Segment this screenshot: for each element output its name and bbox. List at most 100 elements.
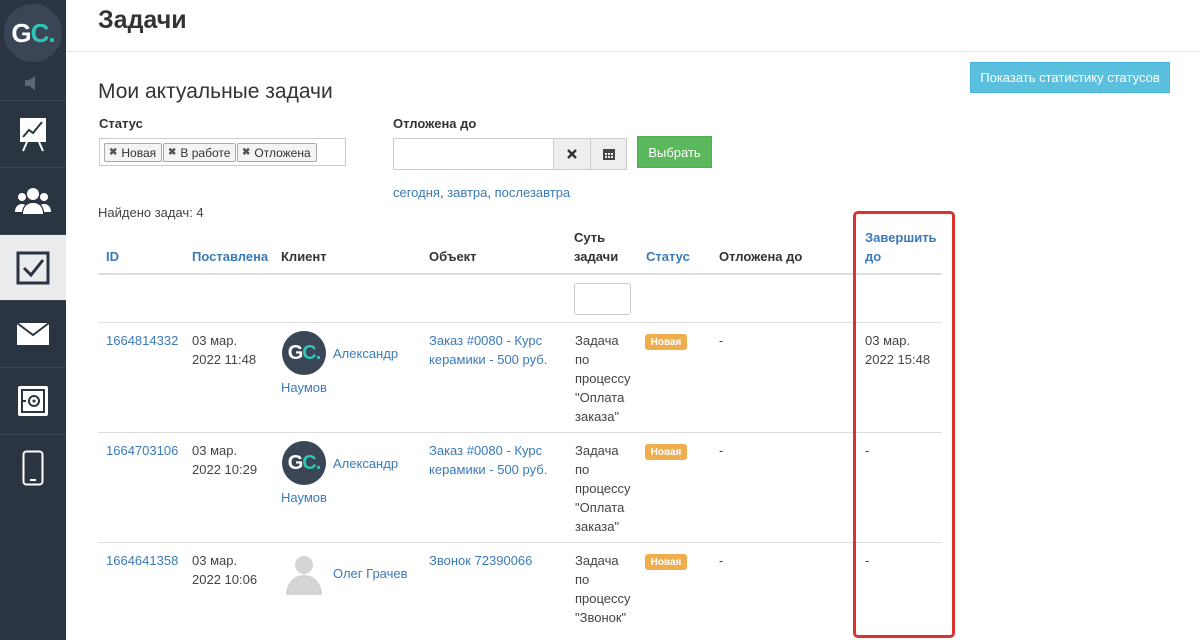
section-title: Мои актуальные задачи (98, 80, 333, 103)
date-clear-button[interactable] (553, 138, 591, 170)
status-badge: Новая (645, 554, 687, 570)
column-header-postponed: Отложена до (719, 249, 803, 264)
essence-line: Задача (575, 443, 619, 458)
chart-board-icon (20, 117, 46, 151)
safe-icon (18, 385, 48, 416)
date-calendar-button[interactable] (590, 138, 627, 170)
client-last-name-link[interactable]: Наумов (281, 378, 327, 397)
deadline-column-highlight (853, 211, 955, 638)
users-icon (15, 187, 51, 214)
logo-circle: G C. (4, 4, 62, 62)
app-logo[interactable]: G C. (0, 0, 66, 66)
table-header-divider (98, 273, 942, 275)
client-last-name-link[interactable]: Наумов (281, 488, 327, 507)
avatar-letter-g: G (287, 341, 304, 364)
column-header-id[interactable]: ID (106, 247, 119, 267)
phone-icon (22, 450, 44, 485)
sidebar-item-users[interactable] (0, 167, 66, 233)
object-link-line1[interactable]: Заказ #0080 - Курс (429, 441, 542, 460)
postponed-value: - (719, 443, 724, 458)
essence-line: "Звонок" (575, 610, 627, 625)
client-first-name-link[interactable]: Александр (333, 344, 398, 363)
status-tag-label: Новая (121, 145, 157, 160)
postponed-value: - (719, 333, 724, 348)
client-first-name-link[interactable]: Александр (333, 454, 398, 473)
sidebar-item-mail[interactable] (0, 300, 66, 366)
created-date: 03 мар. (192, 443, 238, 458)
status-tag-in-progress[interactable]: ✖ В работе (163, 143, 237, 162)
essence-line: Задача (575, 333, 619, 348)
sidebar-item-safe[interactable] (0, 367, 66, 433)
avatar-letter-c: C. (302, 341, 321, 364)
quick-date-links: сегодня, завтра, послезавтра (393, 185, 570, 200)
client-name-link[interactable]: Олег Грачев (333, 564, 408, 583)
remove-tag-icon[interactable]: ✖ (109, 147, 117, 158)
remove-tag-icon[interactable]: ✖ (242, 147, 250, 158)
essence-line: процессу (575, 371, 631, 386)
essence-filter-input[interactable] (574, 283, 631, 315)
column-header-essence-l1: Суть (574, 230, 606, 245)
essence-line: заказа" (575, 409, 620, 424)
created-time: 2022 10:29 (192, 462, 258, 477)
choose-button[interactable]: Выбрать (637, 136, 712, 168)
row-divider (98, 542, 942, 543)
essence-line: "Оплата (575, 500, 625, 515)
essence-line: процессу (575, 591, 631, 606)
status-tag-postponed[interactable]: ✖ Отложена (237, 143, 317, 162)
header-divider (66, 51, 1200, 52)
created-time: 2022 10:06 (192, 572, 258, 587)
status-tag-label: В работе (180, 145, 231, 160)
postponed-date-input[interactable] (393, 138, 554, 170)
task-id-link[interactable]: 1664703106 (106, 441, 178, 460)
column-header-created[interactable]: Поставлена (192, 247, 268, 267)
task-id-link[interactable]: 1664641358 (106, 551, 178, 570)
column-header-essence-l2: задачи (574, 249, 619, 264)
task-id-link[interactable]: 1664814332 (106, 331, 178, 350)
quick-date-tomorrow[interactable]: завтра (447, 185, 487, 200)
avatar-placeholder-icon[interactable] (282, 551, 326, 595)
tasks-check-icon (16, 251, 50, 284)
row-divider (98, 432, 942, 433)
essence-line: по (575, 352, 590, 367)
created-date: 03 мар. (192, 333, 238, 348)
remove-tag-icon[interactable]: ✖ (168, 147, 176, 158)
quick-date-day-after[interactable]: послезавтра (495, 185, 571, 200)
avatar[interactable]: G C. (282, 441, 326, 485)
column-header-client: Клиент (281, 249, 327, 264)
logo-letter-c: C. (30, 17, 56, 48)
found-count: Найдено задач: 4 (98, 205, 204, 220)
column-header-object: Объект (429, 249, 477, 264)
avatar-letter-g: G (287, 451, 304, 474)
created-time: 2022 11:48 (192, 352, 257, 367)
status-badge: Новая (645, 444, 687, 460)
status-filter-select[interactable]: ✖ Новая ✖ В работе ✖ Отложена (99, 138, 346, 166)
mail-icon (16, 321, 50, 345)
object-link-line1[interactable]: Заказ #0080 - Курс (429, 331, 542, 350)
avatar-letter-c: C. (302, 451, 321, 474)
essence-line: заказа" (575, 519, 620, 534)
object-link-line2[interactable]: керамики - 500 руб. (429, 350, 547, 369)
show-status-stats-button[interactable]: Показать статистику статусов (970, 62, 1170, 93)
speaker-icon[interactable] (0, 66, 66, 100)
sidebar-item-tasks[interactable] (0, 234, 66, 300)
status-badge: Новая (645, 334, 687, 350)
calendar-icon (602, 149, 615, 160)
essence-line: процессу (575, 481, 631, 496)
essence-line: Задача (575, 553, 619, 568)
object-link-line2[interactable]: керамики - 500 руб. (429, 460, 547, 479)
date-separator: , (487, 185, 495, 200)
column-header-status[interactable]: Статус (646, 247, 690, 267)
sidebar-item-reports[interactable] (0, 100, 66, 166)
row-divider (98, 322, 942, 323)
status-tag-new[interactable]: ✖ Новая (104, 143, 163, 162)
quick-date-today[interactable]: сегодня (393, 185, 440, 200)
sidebar-item-mobile[interactable] (0, 434, 66, 500)
essence-line: по (575, 462, 590, 477)
page-title: Задачи (98, 6, 187, 34)
object-link-line1[interactable]: Звонок 72390066 (429, 551, 532, 570)
created-date: 03 мар. (192, 553, 238, 568)
close-icon (567, 149, 577, 159)
avatar[interactable]: G C. (282, 331, 326, 375)
status-tag-label: Отложена (254, 145, 311, 160)
essence-line: "Оплата (575, 390, 625, 405)
